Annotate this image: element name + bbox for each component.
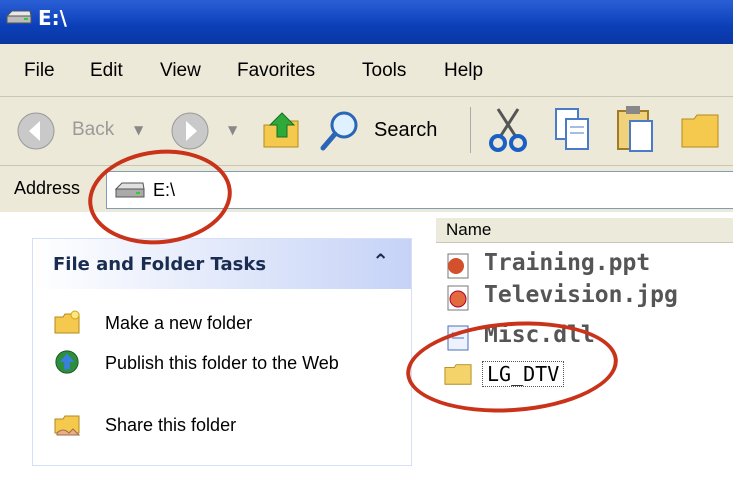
file-name: LG_DTV	[482, 361, 565, 387]
panel-title: File and Folder Tasks	[53, 254, 267, 275]
up-folder-button[interactable]	[260, 107, 302, 151]
panel-header[interactable]: File and Folder Tasks ⌃	[33, 239, 411, 289]
task-pane: File and Folder Tasks ⌃ Make a new folde…	[0, 212, 436, 490]
file-name: Television.jpg	[484, 282, 678, 308]
task-label: Publish this folder to the Web	[105, 353, 339, 373]
address-field[interactable]: E:\	[106, 171, 733, 209]
address-bar: Address E:\	[0, 166, 733, 213]
task-label: Make a new folder	[105, 313, 253, 333]
cut-button[interactable]	[488, 105, 528, 155]
task-label: Share this folder	[105, 415, 237, 435]
file-folder-tasks-panel: File and Folder Tasks ⌃ Make a new folde…	[32, 238, 412, 466]
folders-button[interactable]	[680, 109, 720, 153]
new-folder-icon	[54, 310, 80, 334]
forward-dropdown-icon[interactable]: ▼	[228, 123, 237, 137]
menu-edit[interactable]: Edit	[90, 60, 123, 82]
name-column-header[interactable]: Name	[436, 218, 733, 243]
toolbar-separator	[470, 107, 471, 153]
address-label: Address	[14, 178, 81, 198]
forward-button[interactable]	[170, 111, 210, 151]
column-label: Name	[446, 220, 492, 239]
back-arrow-icon	[17, 112, 55, 150]
address-value: E:\	[153, 180, 176, 200]
menu-help[interactable]: Help	[444, 60, 483, 82]
collapse-chevron-icon[interactable]: ⌃	[372, 249, 389, 273]
drive-icon	[6, 10, 32, 24]
menu-tools[interactable]: Tools	[362, 60, 406, 82]
share-folder-icon	[54, 415, 81, 436]
search-label: Search	[374, 119, 438, 141]
toolbar: Back ▼ ▼ Search	[0, 97, 733, 166]
window-title: E:\	[38, 6, 67, 30]
file-name: Misc.dll	[484, 322, 595, 348]
paste-button[interactable]	[614, 103, 658, 155]
ppt-file-icon	[447, 253, 469, 279]
menu-view[interactable]: View	[160, 60, 201, 82]
file-list-pane: Name Training.ppt Television.jpg Misc.dl…	[436, 212, 733, 490]
search-icon	[320, 111, 358, 151]
menu-file[interactable]: File	[24, 60, 55, 82]
menu-favorites[interactable]: Favorites	[237, 60, 315, 82]
drive-icon	[115, 182, 145, 198]
file-name: Training.ppt	[484, 250, 651, 276]
menu-bar: File Edit View Favorites Tools Help	[0, 44, 733, 97]
publish-web-icon	[55, 350, 79, 374]
search-button[interactable]: Search	[318, 109, 448, 153]
title-bar: E:\	[0, 0, 733, 44]
jpg-file-icon	[447, 285, 469, 311]
back-dropdown-icon[interactable]: ▼	[134, 123, 143, 137]
copy-button[interactable]	[550, 105, 594, 155]
folder-icon	[444, 364, 472, 385]
back-button[interactable]: Back ▼	[16, 111, 161, 151]
back-label: Back	[72, 119, 115, 140]
dll-file-icon	[447, 325, 469, 351]
